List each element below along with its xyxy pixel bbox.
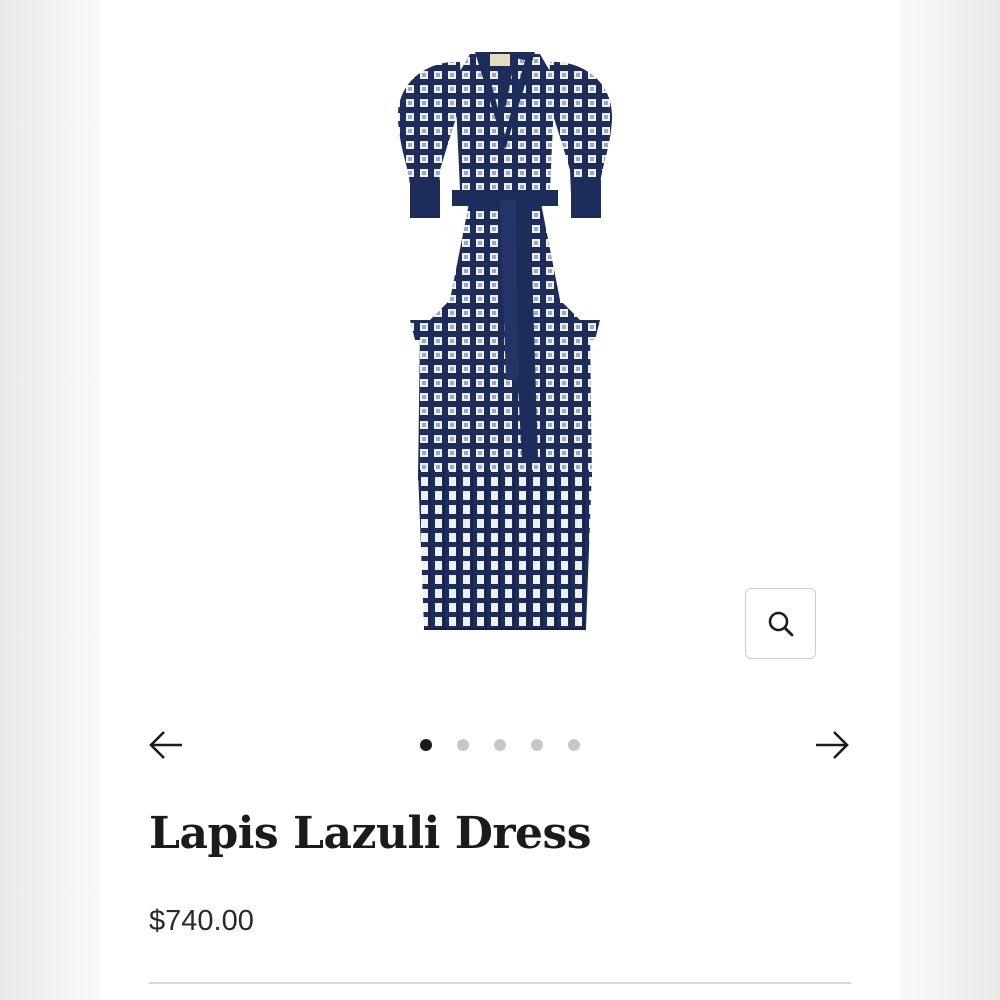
previous-image-button[interactable] bbox=[148, 728, 184, 762]
arrow-right-icon bbox=[816, 731, 849, 759]
dress-illustration bbox=[397, 52, 613, 630]
carousel-dot[interactable] bbox=[531, 739, 543, 751]
product-price: $740.00 bbox=[149, 905, 254, 937]
carousel-dot[interactable] bbox=[457, 739, 469, 751]
carousel-dots bbox=[420, 739, 580, 751]
product-card: Lapis Lazuli Dress $740.00 bbox=[100, 0, 900, 1000]
carousel-dot[interactable] bbox=[420, 739, 432, 751]
zoom-button[interactable] bbox=[745, 588, 816, 659]
divider bbox=[149, 982, 851, 984]
carousel-dot[interactable] bbox=[568, 739, 580, 751]
left-background-blur bbox=[0, 0, 100, 1000]
right-background-blur bbox=[900, 0, 1000, 1000]
magnifier-icon bbox=[768, 611, 793, 636]
arrow-left-icon bbox=[149, 731, 182, 759]
next-image-button[interactable] bbox=[814, 728, 850, 762]
product-title: Lapis Lazuli Dress bbox=[149, 808, 592, 859]
carousel-dot[interactable] bbox=[494, 739, 506, 751]
product-image[interactable] bbox=[390, 40, 620, 640]
